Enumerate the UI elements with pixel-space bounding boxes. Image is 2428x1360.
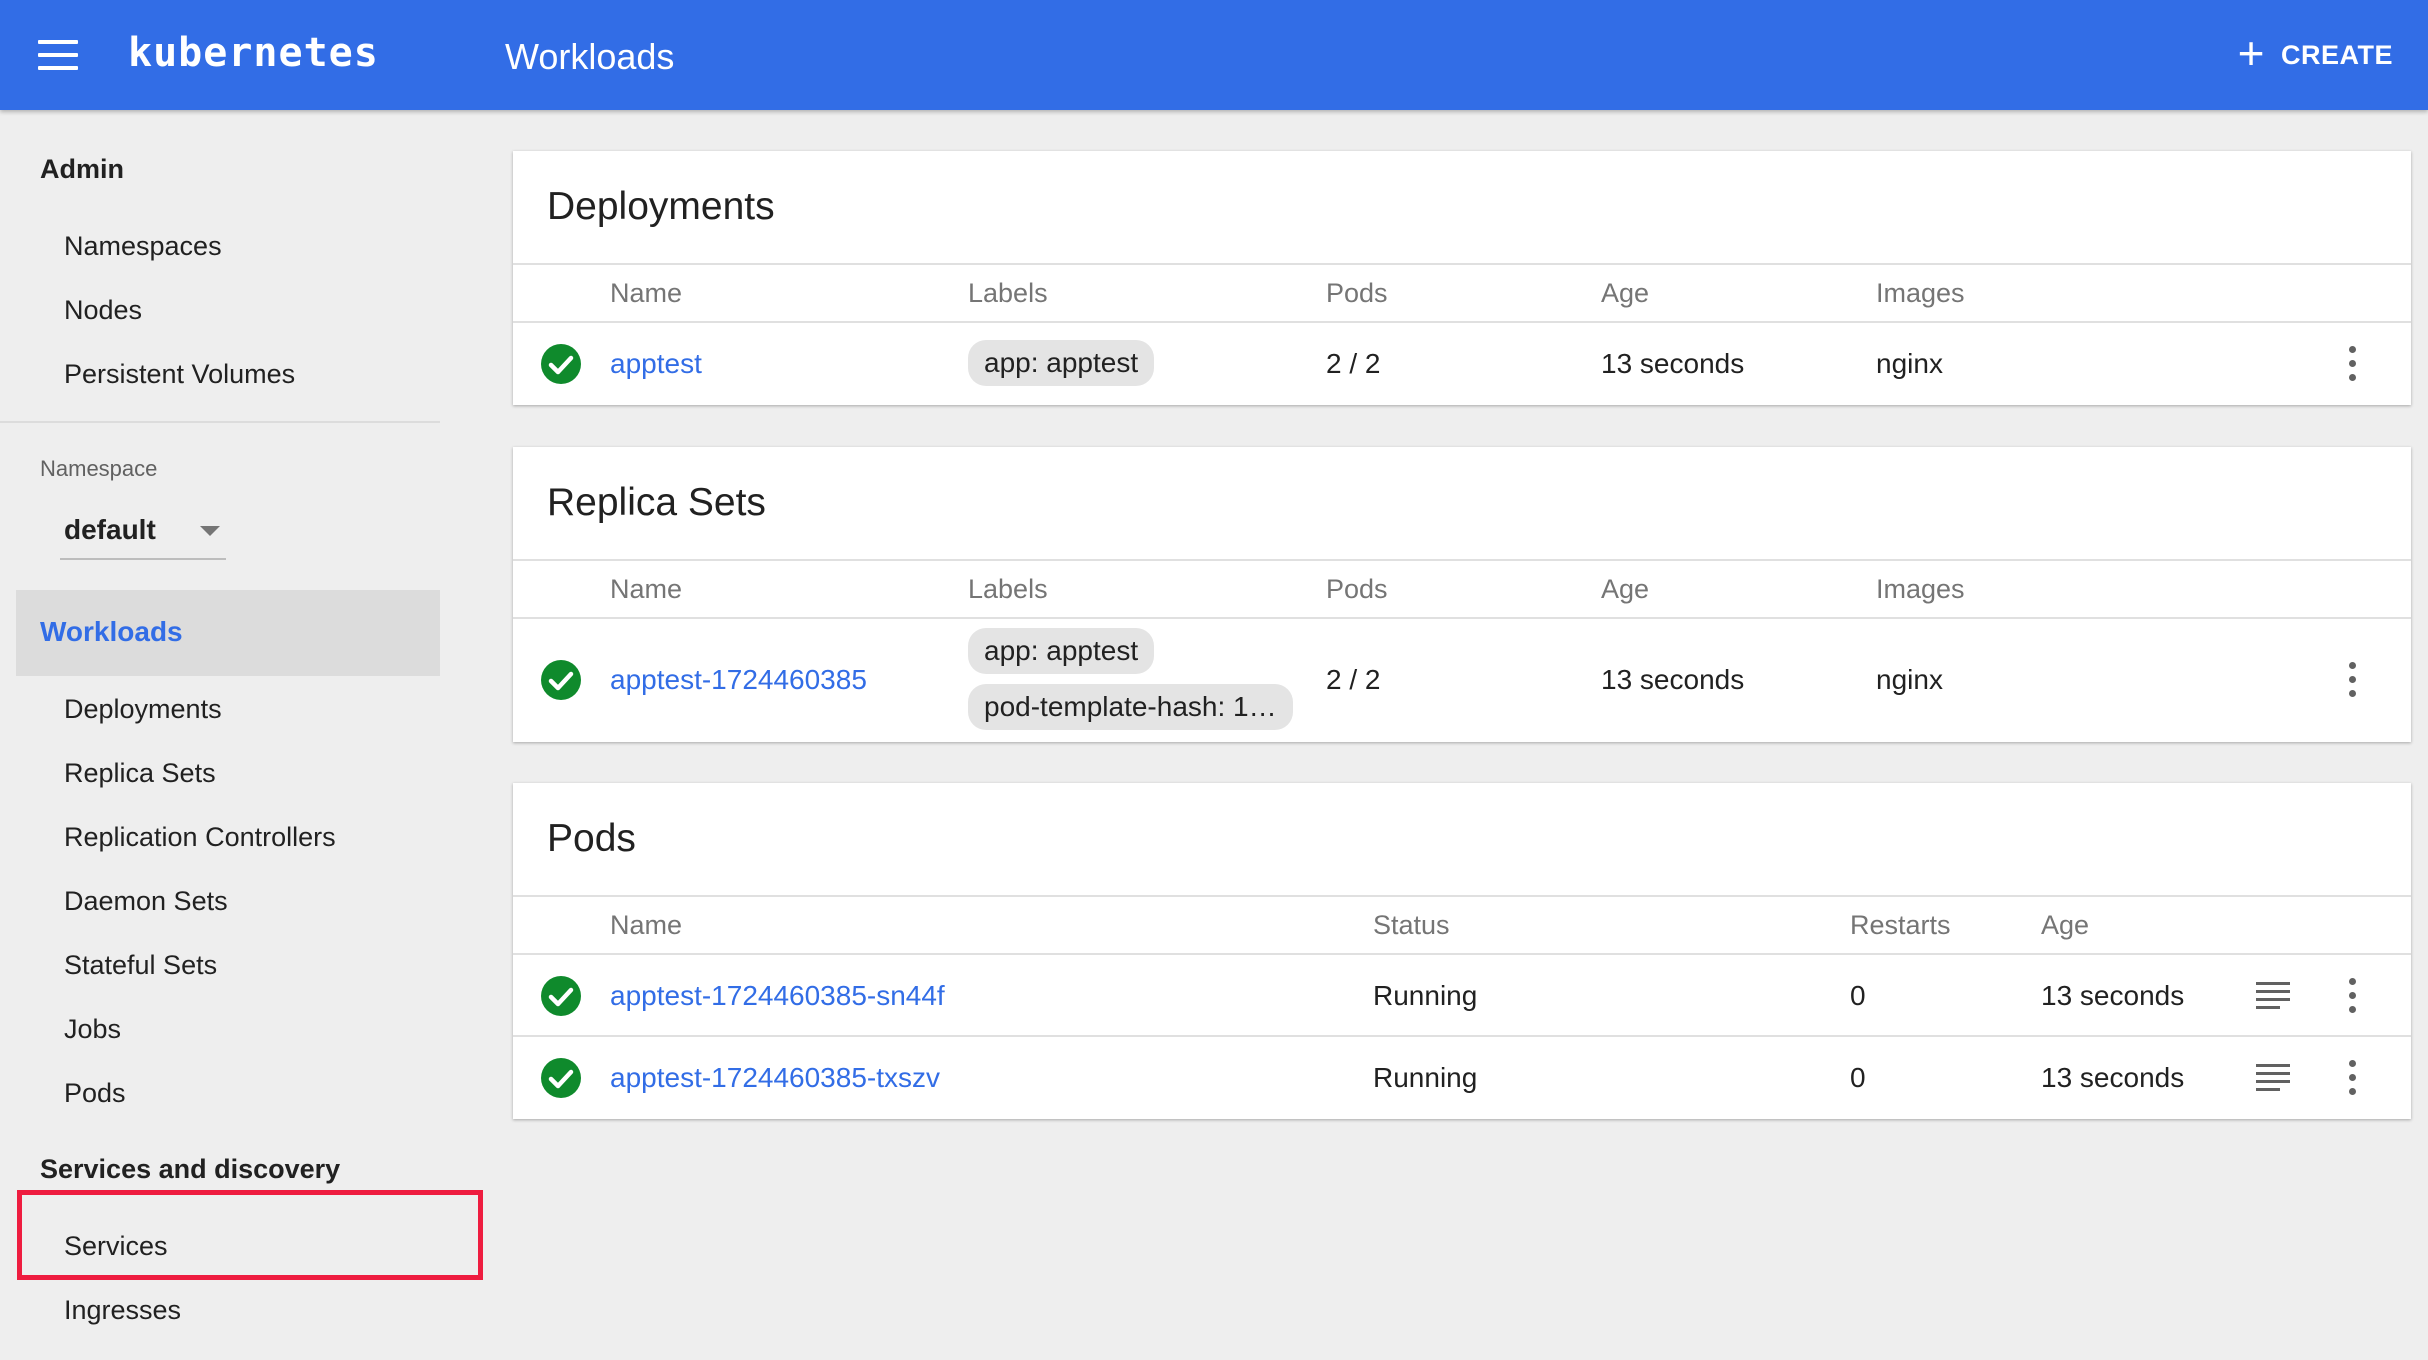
divider [513,953,2411,955]
divider [513,617,2411,619]
logs-icon[interactable] [2256,982,2290,1010]
sidebar-item-stateful-sets[interactable]: Stateful Sets [64,950,217,981]
card-title: Pods [547,817,636,860]
column-header-pods: Pods [1326,278,1388,308]
namespace-value: default [64,514,156,545]
page-title: Workloads [505,36,675,77]
deployments-card: Deployments Name Labels Pods Age Images … [513,151,2411,405]
pod-status: Running [1373,980,1478,1011]
sidebar-item-persistent-volumes[interactable]: Persistent Volumes [64,359,295,390]
label-chip: app: apptest [968,628,1155,674]
top-app-bar: kubernetes Workloads + CREATE [0,0,2428,110]
sidebar-item-deployments[interactable]: Deployments [64,694,222,725]
create-button[interactable]: + CREATE [2238,30,2393,80]
replica-set-pods: 2 / 2 [1326,664,1381,695]
namespace-label: Namespace [40,456,158,481]
column-header-status: Status [1373,910,1450,940]
column-header-restarts: Restarts [1850,910,1951,940]
sidebar-item-pods[interactable]: Pods [64,1078,126,1109]
divider [513,559,2411,561]
pod-name-link[interactable]: apptest-1724460385-sn44f [610,980,945,1012]
divider [513,1035,2411,1037]
divider [513,895,2411,897]
sidebar-item-workloads-label: Workloads [40,616,183,647]
more-vert-icon[interactable] [2342,1058,2362,1098]
check-circle-icon [541,1058,581,1098]
pods-card: Pods Name Status Restarts Age apptest-17… [513,783,2411,1119]
divider [513,321,2411,323]
column-header-name[interactable]: Name [610,574,682,605]
pod-restarts: 0 [1850,1062,1866,1093]
label-chip: app: apptest [968,340,1155,386]
sidebar-section-admin[interactable]: Admin [40,154,124,185]
column-header-age[interactable]: Age [1601,278,1649,309]
deployment-age: 13 seconds [1601,348,1745,379]
column-header-age[interactable]: Age [2041,910,2089,941]
dropdown-caret-icon [200,526,220,536]
column-header-images: Images [1876,278,1965,308]
pod-name-link[interactable]: apptest-1724460385-txszv [610,1062,940,1094]
more-vert-icon[interactable] [2342,976,2362,1016]
sidebar-item-workloads[interactable]: Workloads [16,590,440,676]
brand-logo[interactable]: kubernetes [128,30,379,76]
pod-age: 13 seconds [2041,1062,2185,1093]
highlight-annotation-box [17,1190,483,1280]
column-header-labels: Labels [968,574,1048,604]
check-circle-icon [541,976,581,1016]
column-header-images: Images [1876,574,1965,604]
sidebar-item-replica-sets[interactable]: Replica Sets [64,758,216,789]
replica-set-name-link[interactable]: apptest-1724460385 [610,664,867,696]
replica-sets-card: Replica Sets Name Labels Pods Age Images… [513,447,2411,742]
sidebar-item-namespaces[interactable]: Namespaces [64,231,222,262]
more-vert-icon[interactable] [2342,344,2362,384]
plus-icon: + [2237,27,2265,79]
deployment-pods: 2 / 2 [1326,348,1381,379]
replica-set-age: 13 seconds [1601,664,1745,695]
sidebar-nav: Admin Namespaces Nodes Persistent Volume… [0,110,440,1360]
sidebar-item-daemon-sets[interactable]: Daemon Sets [64,886,228,917]
sidebar-item-nodes[interactable]: Nodes [64,295,142,326]
replica-set-images: nginx [1876,664,1943,695]
pod-age: 13 seconds [2041,980,2185,1011]
card-title: Replica Sets [547,481,766,524]
sidebar-item-replication-controllers[interactable]: Replication Controllers [64,822,336,853]
sidebar-section-services-discovery[interactable]: Services and discovery [40,1154,340,1185]
logs-icon[interactable] [2256,1064,2290,1092]
more-vert-icon[interactable] [2342,660,2362,700]
column-header-labels: Labels [968,278,1048,308]
deployment-name-link[interactable]: apptest [610,348,702,380]
pod-status: Running [1373,1062,1478,1093]
sidebar-divider [0,421,440,423]
divider [513,263,2411,265]
sidebar-item-jobs[interactable]: Jobs [64,1014,121,1045]
column-header-pods: Pods [1326,574,1388,604]
namespace-select[interactable]: default [60,506,226,560]
create-button-label: CREATE [2280,39,2393,70]
check-circle-icon [541,660,581,700]
deployment-images: nginx [1876,348,1943,379]
sidebar-item-ingresses[interactable]: Ingresses [64,1295,181,1326]
hamburger-menu-icon[interactable] [38,40,78,70]
pod-restarts: 0 [1850,980,1866,1011]
column-header-name[interactable]: Name [610,278,682,309]
card-title: Deployments [547,185,775,228]
check-circle-icon [541,344,581,384]
label-chip[interactable]: pod-template-hash: 1… [968,684,1293,730]
column-header-name[interactable]: Name [610,910,682,941]
column-header-age[interactable]: Age [1601,574,1649,605]
